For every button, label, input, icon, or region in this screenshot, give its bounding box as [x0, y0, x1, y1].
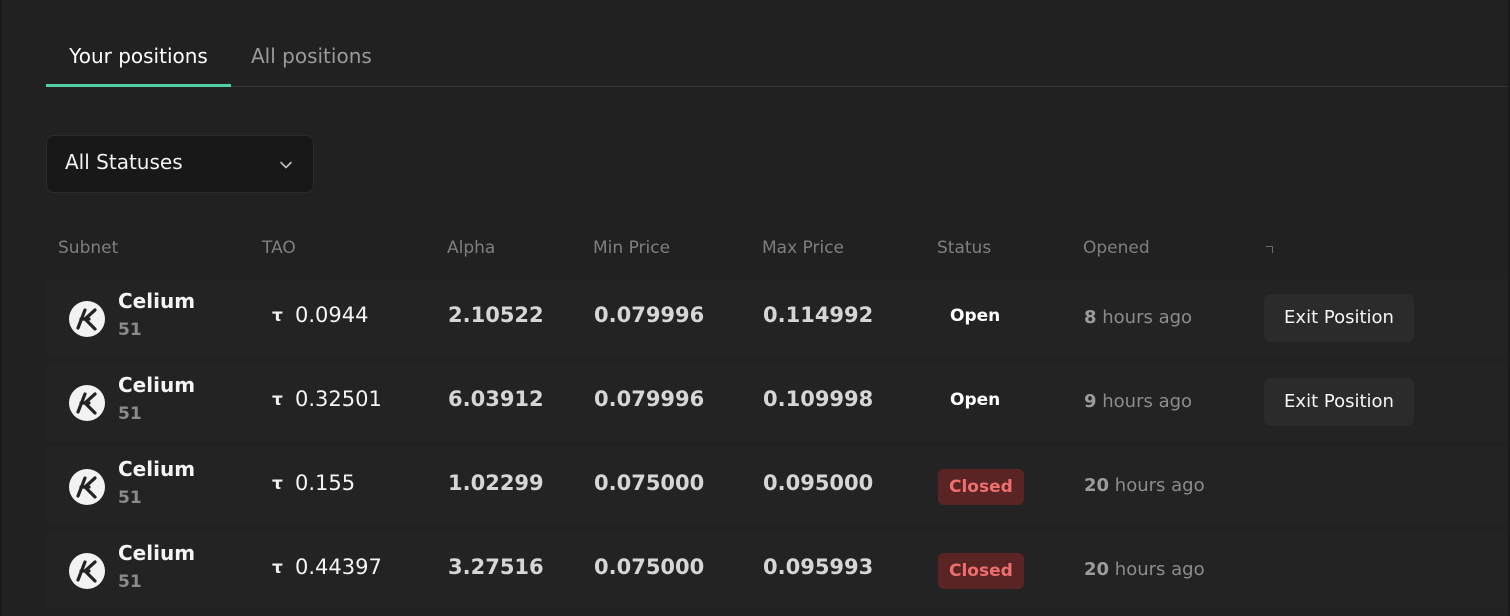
tao-symbol-icon: τ	[272, 474, 283, 494]
tab-your-positions-label: Your positions	[69, 44, 208, 68]
subnet-id: 51	[118, 320, 142, 340]
min-price: 0.075000	[594, 555, 705, 579]
tab-all-positions-label: All positions	[251, 44, 372, 68]
opened-time: 20 hours ago	[1084, 475, 1205, 496]
alpha-amount: 6.03912	[448, 387, 544, 411]
column-header-status: Status	[937, 238, 992, 258]
table-row: Celium 51 τ 0.32501 6.03912 0.079996 0.1…	[46, 363, 1508, 441]
tao-amount: 0.44397	[295, 555, 382, 579]
opened-time-unit: hours ago	[1102, 391, 1193, 412]
column-header-alpha: Alpha	[447, 238, 496, 258]
tab-your-positions[interactable]: Your positions	[46, 40, 231, 87]
celium-logo-icon	[69, 469, 105, 505]
subnet-name: Celium	[118, 373, 196, 397]
tao-amount: 0.155	[295, 471, 356, 495]
max-price: 0.109998	[763, 387, 874, 411]
status-badge: Open	[950, 306, 1001, 326]
opened-time: 9 hours ago	[1084, 391, 1192, 412]
status-filter-value: All Statuses	[65, 150, 183, 174]
table-row: Celium 51 τ 0.155 1.02299 0.075000 0.095…	[46, 447, 1508, 525]
column-header-subnet: Subnet	[58, 238, 119, 258]
opened-time: 8 hours ago	[1084, 307, 1192, 328]
opened-time: 20 hours ago	[1084, 559, 1205, 580]
celium-logo-icon	[69, 301, 105, 337]
opened-time-unit: hours ago	[1102, 307, 1193, 328]
alpha-amount: 3.27516	[448, 555, 544, 579]
status-filter-dropdown[interactable]: All Statuses	[46, 135, 314, 193]
max-price: 0.114992	[763, 303, 874, 327]
min-price: 0.079996	[594, 387, 705, 411]
max-price: 0.095000	[763, 471, 874, 495]
alpha-amount: 1.02299	[448, 471, 544, 495]
opened-time-number: 9	[1084, 391, 1097, 412]
chevron-down-icon	[280, 161, 292, 169]
tao-symbol-icon: τ	[272, 558, 283, 578]
corner-mark-icon	[1266, 246, 1273, 253]
tao-symbol-icon: τ	[272, 306, 283, 326]
opened-time-number: 20	[1084, 559, 1110, 580]
alpha-amount: 2.10522	[448, 303, 544, 327]
subnet-id: 51	[118, 572, 142, 592]
celium-logo-icon	[69, 385, 105, 421]
tao-symbol-icon: τ	[272, 390, 283, 410]
min-price: 0.075000	[594, 471, 705, 495]
opened-time-unit: hours ago	[1114, 475, 1205, 496]
status-badge: Closed	[938, 553, 1024, 589]
opened-time-number: 20	[1084, 475, 1110, 496]
exit-position-button[interactable]: Exit Position	[1264, 378, 1414, 426]
positions-panel: Your positions All positions All Statuse…	[0, 0, 1510, 616]
column-header-tao: TAO	[262, 238, 296, 258]
column-header-min-price: Min Price	[593, 238, 671, 258]
column-header-opened: Opened	[1083, 238, 1150, 258]
table-row: Celium 51 τ 0.44397 3.27516 0.075000 0.0…	[46, 531, 1508, 609]
column-header-max-price: Max Price	[762, 238, 845, 258]
status-badge: Closed	[938, 469, 1024, 505]
opened-time-unit: hours ago	[1114, 559, 1205, 580]
max-price: 0.095993	[763, 555, 874, 579]
tab-all-positions[interactable]: All positions	[251, 40, 372, 86]
positions-tabs: Your positions All positions	[46, 24, 1508, 87]
subnet-name: Celium	[118, 289, 196, 313]
subnet-name: Celium	[118, 457, 196, 481]
tao-amount: 0.32501	[295, 387, 382, 411]
active-tab-indicator	[46, 84, 231, 87]
tao-amount: 0.0944	[295, 303, 369, 327]
exit-position-button[interactable]: Exit Position	[1264, 294, 1414, 342]
opened-time-number: 8	[1084, 307, 1097, 328]
subnet-name: Celium	[118, 541, 196, 565]
table-row: Celium 51 τ 0.0944 2.10522 0.079996 0.11…	[46, 279, 1508, 357]
subnet-id: 51	[118, 488, 142, 508]
status-badge: Open	[950, 390, 1001, 410]
min-price: 0.079996	[594, 303, 705, 327]
subnet-id: 51	[118, 404, 142, 424]
celium-logo-icon	[69, 553, 105, 589]
